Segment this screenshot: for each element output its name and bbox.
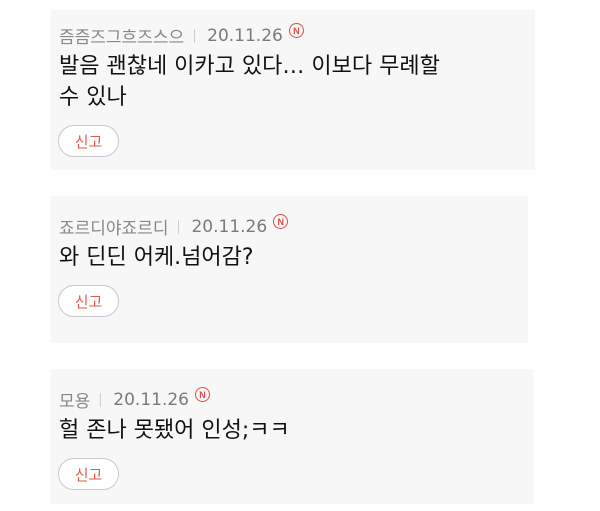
comment-author[interactable]: 모용 bbox=[59, 387, 90, 412]
comment-text: 헐 존나 못됐어 인성;ㅋㅋ bbox=[59, 418, 290, 443]
comment-date: 20.11.26 bbox=[191, 216, 268, 237]
report-button[interactable]: 신고 bbox=[58, 458, 119, 490]
new-badge-icon: N bbox=[194, 387, 210, 402]
comment-meta: 모용 20.11.26 N bbox=[59, 387, 210, 412]
meta-divider bbox=[178, 219, 180, 234]
comment-meta: 죠르디야죠르디 20.11.26 N bbox=[59, 214, 289, 239]
comment-date: 20.11.26 bbox=[207, 25, 283, 46]
comment-card: 즘즘즈그흐즈스으 20.11.26 N 발음 괜찮네 이카고 있다… 이보다 무… bbox=[51, 10, 535, 170]
comment-author[interactable]: 죠르디야죠르디 bbox=[59, 214, 168, 239]
report-button[interactable]: 신고 bbox=[58, 125, 119, 157]
comment-card: 모용 20.11.26 N 헐 존나 못됐어 인성;ㅋㅋ 신고 bbox=[51, 369, 533, 504]
report-button[interactable]: 신고 bbox=[58, 285, 119, 317]
meta-divider bbox=[194, 28, 196, 43]
meta-divider bbox=[100, 392, 102, 407]
comment-date: 20.11.26 bbox=[113, 389, 189, 410]
new-badge-icon: N bbox=[288, 23, 304, 38]
comment-text: 발음 괜찮네 이카고 있다… 이보다 무례할 수 있나 bbox=[59, 54, 440, 110]
comment-card: 죠르디야죠르디 20.11.26 N 와 딘딘 어케.넘어감? 신고 bbox=[51, 196, 528, 343]
comment-meta: 즘즘즈그흐즈스으 20.11.26 N bbox=[59, 23, 304, 48]
comment-text: 와 딘딘 어케.넘어감? bbox=[59, 245, 254, 270]
comment-author[interactable]: 즘즘즈그흐즈스으 bbox=[59, 23, 184, 48]
new-badge-icon: N bbox=[273, 214, 289, 229]
